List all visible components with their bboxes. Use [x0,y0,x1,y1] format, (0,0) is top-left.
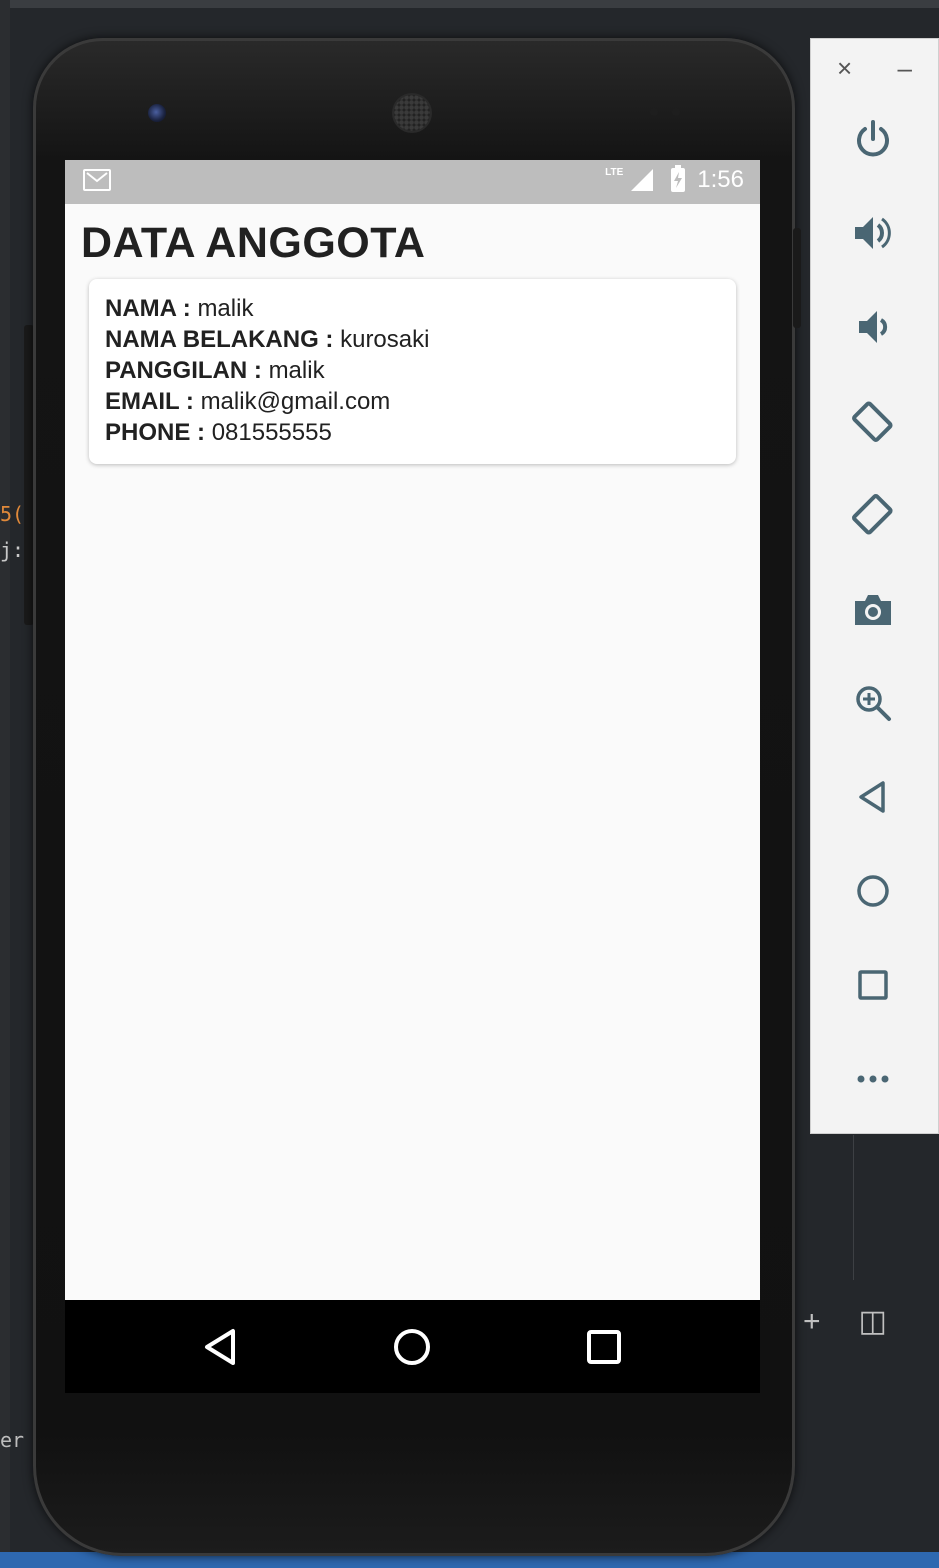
ide-code-fragment: 5( [0,502,25,526]
front-camera [148,104,166,122]
phone-power-button [793,228,801,328]
recents-square-icon [587,1329,622,1364]
member-nickname-value: malik [268,357,325,385]
member-email-row: EMAIL : malik@gmail.com [105,386,720,417]
power-icon [857,120,889,157]
volume-down-button[interactable] [849,303,897,351]
zoom-icon [856,686,891,721]
member-name-label: NAMA : [105,295,191,323]
member-card[interactable]: NAMA : malik NAMA BELAKANG : kurosaki PA… [89,279,736,465]
rotate-right-button[interactable] [849,491,897,539]
back-icon [859,781,885,813]
more-icon [857,1075,889,1083]
member-name-value: malik [197,295,254,323]
earpiece-speaker [394,95,430,131]
ide-top-bar [0,0,939,8]
member-lastname-value: kurosaki [340,326,430,354]
volume-up-icon [855,217,891,249]
member-phone-value: 081555555 [211,419,332,447]
ide-terminal-fragment: er [0,1428,25,1452]
member-phone-row: PHONE : 081555555 [105,417,720,448]
member-name-row: NAMA : malik [105,293,720,324]
lte-indicator: LTE [605,166,624,178]
member-nickname-row: PANGGILAN : malik [105,355,720,386]
phone-screen: LTE 1:56 DATA ANGGOTA NAMA : malik NAMA … [65,160,760,1393]
app-content: DATA ANGGOTA NAMA : malik NAMA BELAKANG … [65,204,760,465]
add-terminal-button[interactable]: + [803,1307,821,1337]
ide-code-fragment: j: [0,538,25,562]
status-time: 1:56 [697,166,744,193]
home-circle-icon [394,1328,431,1365]
volume-down-icon [859,311,888,343]
back-triangle-icon [204,1328,235,1365]
overview-icon [858,970,888,1000]
emulator-back-button[interactable] [849,773,897,821]
signal-icon [631,169,654,191]
emulator-overview-button[interactable] [849,961,897,1009]
zoom-button[interactable] [849,679,897,727]
light-sensor [672,108,680,116]
member-nickname-label: PANGGILAN : [105,357,262,385]
nav-recents-button[interactable] [574,1317,634,1377]
member-email-value: malik@gmail.com [200,388,391,416]
emulator-more-button[interactable] [849,1055,897,1103]
minimize-icon[interactable]: – [898,53,912,83]
rotate-left-button[interactable] [849,397,897,445]
close-icon[interactable]: × [837,53,852,83]
camera-icon [855,595,891,625]
emulator-toolbar: × – [810,38,939,1134]
screenshot-button[interactable] [849,585,897,633]
android-navigation-bar [65,1300,760,1393]
page-title: DATA ANGGOTA [81,219,426,267]
member-phone-label: PHONE : [105,419,206,447]
emulator-home-button[interactable] [849,867,897,915]
member-lastname-row: NAMA BELAKANG : kurosaki [105,324,720,355]
nav-back-button[interactable] [191,1317,251,1377]
member-lastname-label: NAMA BELAKANG : [105,326,334,354]
battery-charging-icon [671,165,686,192]
gmail-notification-icon [83,169,111,191]
android-status-bar: LTE 1:56 [65,160,760,204]
nav-home-button[interactable] [382,1317,442,1377]
member-email-label: EMAIL : [105,388,194,416]
power-button[interactable] [849,115,897,163]
split-terminal-button[interactable]: ◫ [859,1307,887,1337]
volume-up-button[interactable] [849,209,897,257]
rotate-right-icon [852,494,893,535]
rotate-left-icon [852,401,893,442]
emulator-window-controls: × – [811,53,938,83]
ide-panel-divider [853,1135,854,1280]
ide-terminal-toolbar: + ◫ [795,1300,939,1344]
ide-editor-gutter [0,0,10,1568]
proximity-sensor [650,108,658,116]
home-icon [857,875,889,907]
